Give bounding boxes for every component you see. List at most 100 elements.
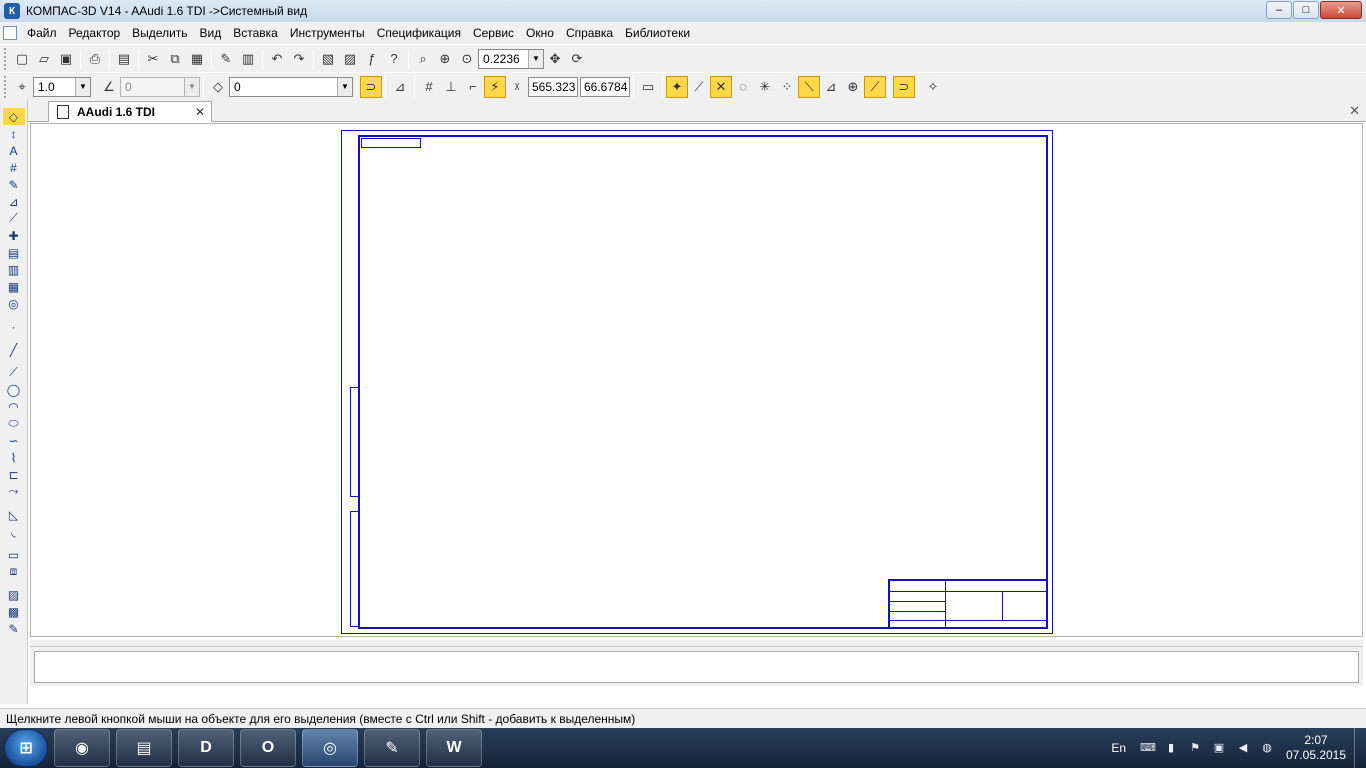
refresh-icon[interactable]: ⟳ bbox=[566, 48, 588, 70]
nearest-icon[interactable]: ⟋ bbox=[688, 76, 710, 98]
undo-icon[interactable]: ↶ bbox=[266, 48, 288, 70]
print-icon[interactable]: ⎙ bbox=[84, 48, 106, 70]
document-menu-icon[interactable] bbox=[3, 26, 17, 40]
open-icon[interactable]: ▱ bbox=[33, 48, 55, 70]
preview-icon[interactable]: ▤ bbox=[113, 48, 135, 70]
network-icon[interactable]: ▮ bbox=[1164, 741, 1178, 755]
round-icon[interactable]: ⌐ bbox=[462, 76, 484, 98]
hide-icon[interactable]: ▭ bbox=[637, 76, 659, 98]
editing-panel-icon[interactable]: # bbox=[3, 159, 25, 176]
axis-icon[interactable]: ⊿ bbox=[820, 76, 842, 98]
collision-icon[interactable]: ⊕ bbox=[842, 76, 864, 98]
zoom-window-icon[interactable]: ⌕ bbox=[412, 48, 434, 70]
pan-icon[interactable]: ✥ bbox=[544, 48, 566, 70]
menu-window[interactable]: Окно bbox=[520, 26, 560, 40]
daemon-tools-icon[interactable]: D bbox=[178, 729, 234, 767]
menu-insert[interactable]: Вставка bbox=[227, 26, 284, 40]
dimensions-panel-icon[interactable]: ↕ bbox=[3, 125, 25, 142]
menu-tools[interactable]: Инструменты bbox=[284, 26, 371, 40]
save-icon[interactable]: ▣ bbox=[55, 48, 77, 70]
properties-icon[interactable]: ✎ bbox=[215, 48, 237, 70]
zoom-combo[interactable]: 0.2236 ▼ bbox=[478, 48, 544, 69]
bezier-tool-icon[interactable]: ∽ bbox=[3, 432, 25, 449]
geometry-panel-icon[interactable]: ◇ bbox=[2, 108, 25, 125]
rectangle-tool-icon[interactable]: ▭ bbox=[3, 546, 25, 563]
layer-icon[interactable]: ◇ bbox=[207, 76, 229, 98]
keyboard-icon[interactable]: ⌨ bbox=[1140, 741, 1156, 755]
help-icon[interactable]: ? bbox=[383, 48, 405, 70]
chevron-down-icon[interactable]: ▼ bbox=[337, 77, 352, 96]
copy-icon[interactable]: ⧉ bbox=[164, 48, 186, 70]
antivirus-icon[interactable]: ◍ bbox=[1260, 741, 1274, 755]
hatch-tool-icon[interactable]: ▨ bbox=[3, 586, 25, 603]
manager-icon[interactable]: ▥ bbox=[237, 48, 259, 70]
fill-tool-icon[interactable]: ▩ bbox=[3, 603, 25, 620]
point-snap-icon[interactable]: ✦ bbox=[666, 75, 688, 98]
chamfer-tool-icon[interactable]: ◺ bbox=[3, 506, 25, 523]
document-tab[interactable]: AAudi 1.6 TDI ✕ bbox=[48, 101, 212, 122]
menu-help[interactable]: Справка bbox=[560, 26, 619, 40]
fx-icon[interactable]: ƒ bbox=[361, 48, 383, 70]
segment-tool-icon[interactable]: ⟋ bbox=[3, 364, 25, 381]
contour-tool-icon[interactable]: ✎ bbox=[3, 620, 25, 637]
chrome-icon[interactable]: ◉ bbox=[54, 729, 110, 767]
paste-icon[interactable]: ▦ bbox=[186, 48, 208, 70]
language-indicator[interactable]: En bbox=[1111, 741, 1126, 755]
explorer-icon[interactable]: ▤ bbox=[116, 729, 172, 767]
extra-icon[interactable]: ✧ bbox=[922, 76, 944, 98]
arc-tool-icon[interactable]: ◠ bbox=[3, 398, 25, 415]
chevron-down-icon[interactable]: ▼ bbox=[75, 77, 90, 96]
parametrization-panel-icon[interactable]: ✎ bbox=[3, 176, 25, 193]
clock[interactable]: 2:07 07.05.2015 bbox=[1284, 733, 1348, 763]
word-icon[interactable]: W bbox=[426, 729, 482, 767]
nurbs-tool-icon[interactable]: ⌇ bbox=[3, 449, 25, 466]
magnet-icon[interactable]: ⊃ bbox=[360, 75, 382, 98]
zoom-scale-icon[interactable]: ⊕ bbox=[434, 48, 456, 70]
variables-icon[interactable]: ▨ bbox=[339, 48, 361, 70]
offset-tool-icon[interactable]: ⧈ bbox=[3, 563, 25, 580]
menu-libraries[interactable]: Библиотеки bbox=[619, 26, 696, 40]
menu-edit[interactable]: Редактор bbox=[63, 26, 127, 40]
drawing-sheet[interactable] bbox=[341, 130, 1053, 634]
drawing-area[interactable] bbox=[30, 123, 1363, 637]
action-center-icon[interactable]: ⚑ bbox=[1188, 741, 1202, 755]
local-cs-icon[interactable]: ⊥ bbox=[440, 76, 462, 98]
tangent-icon[interactable]: ✳ bbox=[754, 76, 776, 98]
menu-select[interactable]: Выделить bbox=[126, 26, 193, 40]
angle-step-icon[interactable]: ∠ bbox=[98, 76, 120, 98]
ortho-icon[interactable]: ⊿ bbox=[389, 76, 411, 98]
show-desktop-button[interactable] bbox=[1354, 728, 1366, 768]
insert-panel-icon[interactable]: ▦ bbox=[3, 278, 25, 295]
model-tree-icon[interactable]: ▧ bbox=[317, 48, 339, 70]
volume-icon[interactable]: ◀ bbox=[1236, 741, 1250, 755]
office-icon[interactable]: ▣ bbox=[1212, 741, 1226, 755]
spec-panel-icon[interactable]: ▤ bbox=[3, 244, 25, 261]
menu-view[interactable]: Вид bbox=[194, 26, 228, 40]
intersection-icon[interactable]: ✕ bbox=[710, 75, 732, 98]
center-icon[interactable]: ◌ bbox=[732, 76, 754, 98]
chevron-down-icon[interactable]: ▼ bbox=[528, 49, 543, 68]
angle-icon[interactable]: ⟍ bbox=[798, 75, 820, 98]
measure-panel-icon[interactable]: ⊿ bbox=[3, 193, 25, 210]
prompt-input[interactable] bbox=[34, 651, 1359, 683]
point-tool-icon[interactable]: · bbox=[3, 318, 25, 335]
select-panel-icon[interactable]: ⟋ bbox=[3, 210, 25, 227]
circle-tool-icon[interactable]: ◯ bbox=[3, 381, 25, 398]
menu-specification[interactable]: Спецификация bbox=[371, 26, 467, 40]
close-document-icon[interactable]: ✕ bbox=[1349, 103, 1360, 119]
aux-line-tool-icon[interactable]: ╱ bbox=[3, 341, 25, 358]
onenote-icon[interactable]: ✎ bbox=[364, 729, 420, 767]
midpoint-icon[interactable]: ⁘ bbox=[776, 76, 798, 98]
menu-file[interactable]: Файл bbox=[21, 26, 63, 40]
coord-y-field[interactable]: 66.6784 bbox=[580, 76, 630, 97]
fillet-tool-icon[interactable]: ◟ bbox=[3, 523, 25, 540]
snap-settings-icon[interactable]: ⚡ bbox=[484, 75, 506, 98]
menu-service[interactable]: Сервис bbox=[467, 26, 520, 40]
magnet-3-icon[interactable]: ⊃ bbox=[893, 75, 915, 98]
magnet-2-icon[interactable]: ⟋ bbox=[864, 75, 886, 98]
angle-combo[interactable]: 0 ▼ bbox=[120, 76, 200, 97]
new-document-icon[interactable]: ▢ bbox=[11, 48, 33, 70]
start-button[interactable]: ⊞ bbox=[4, 729, 48, 767]
opera-icon[interactable]: O bbox=[240, 729, 296, 767]
polyline-tool-icon[interactable]: ⊏ bbox=[3, 466, 25, 483]
